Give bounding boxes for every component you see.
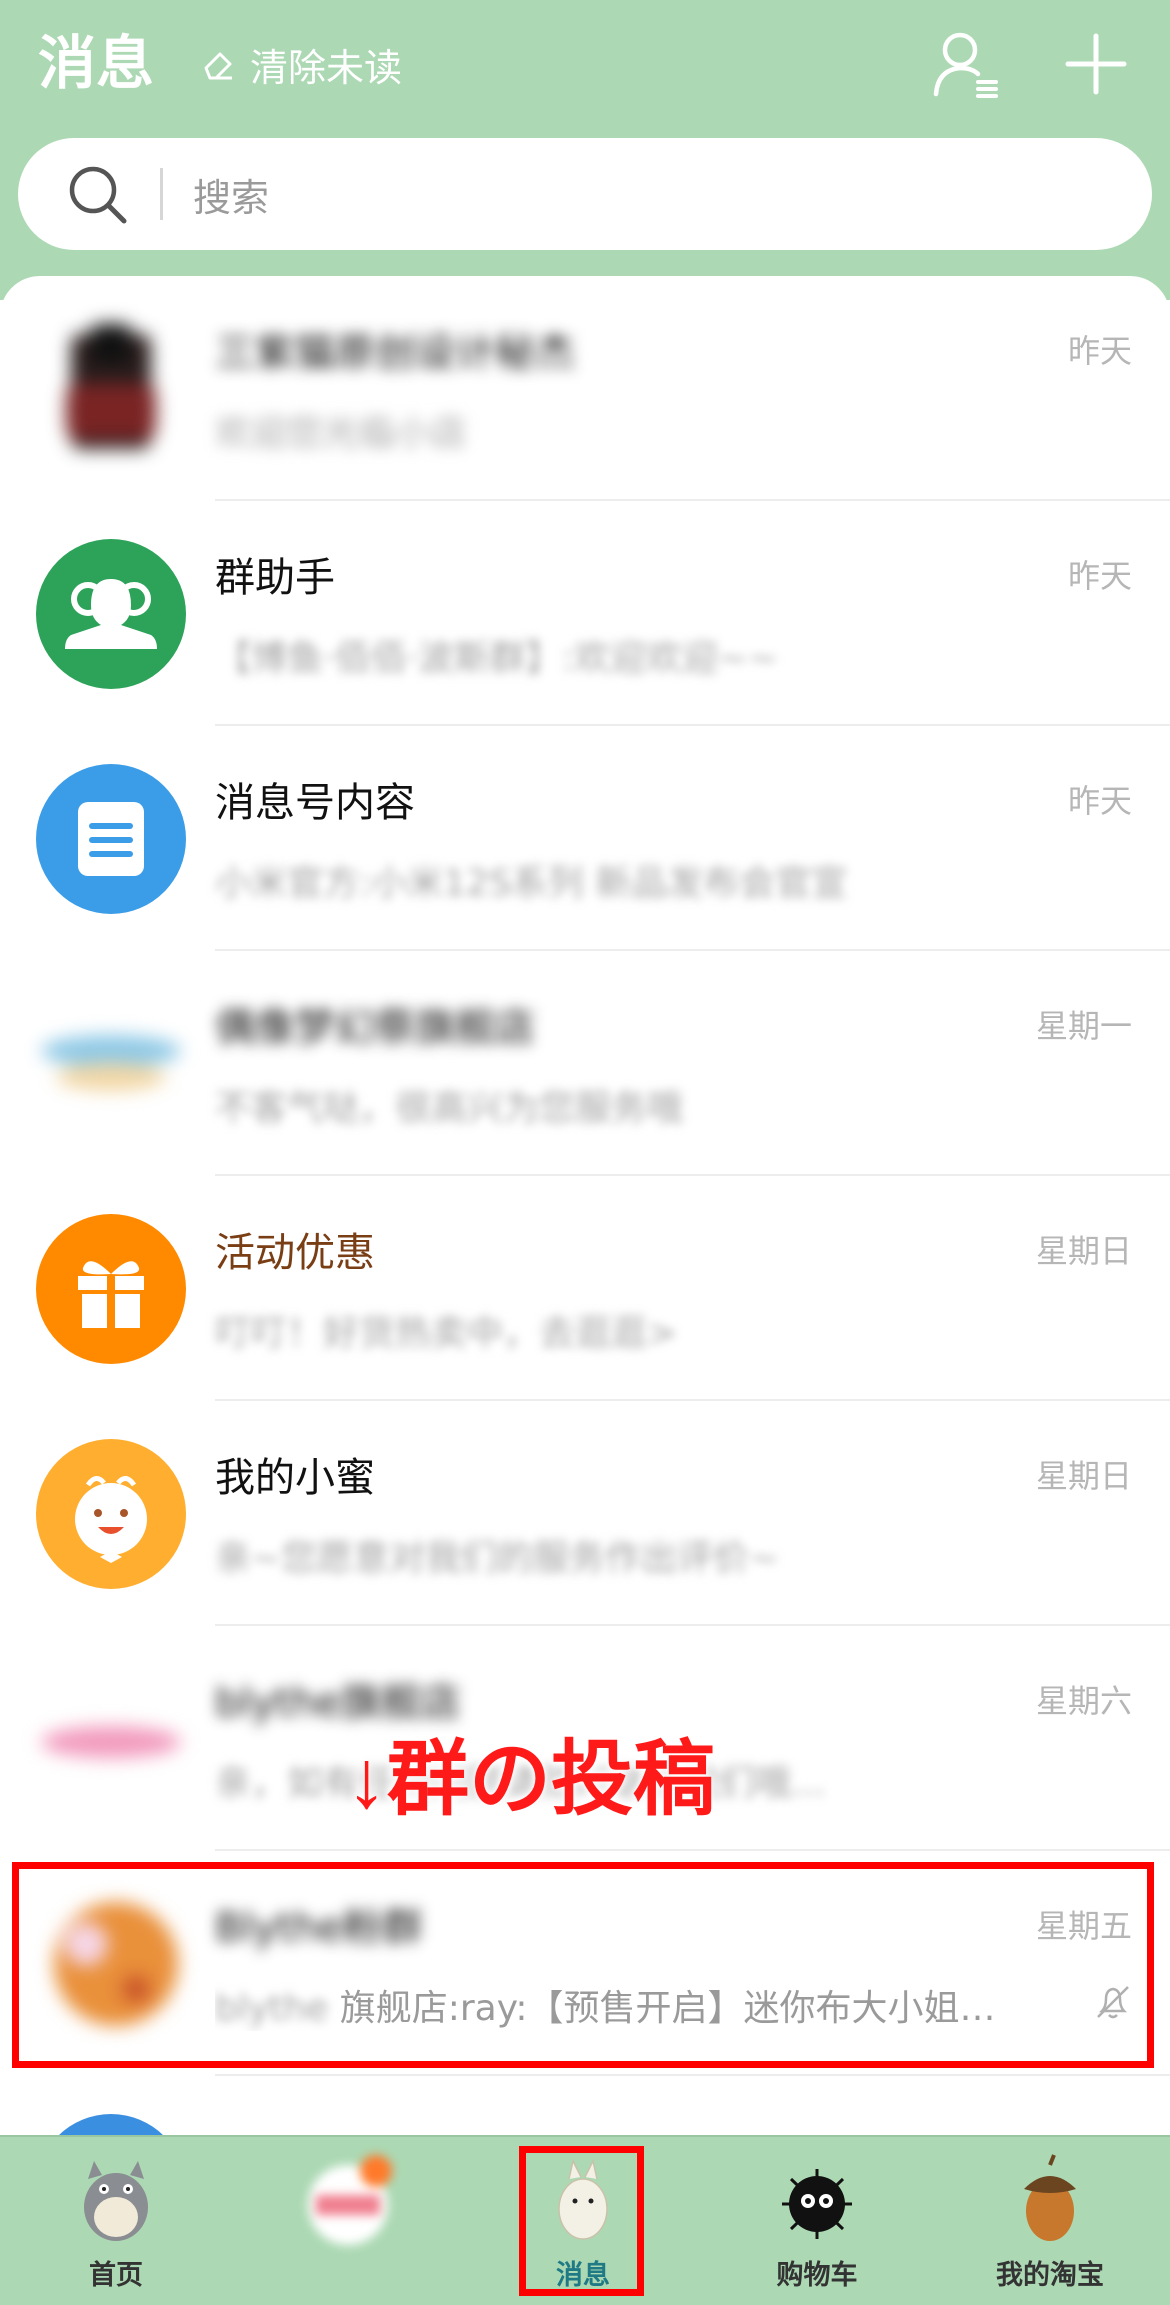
conversation-time: 星期六 bbox=[1035, 1682, 1132, 1720]
shop-avatar-icon bbox=[66, 324, 156, 449]
conversation-item[interactable]: 消息号内容 昨天 小米官方:小米12S系列 新品发布会官宣 bbox=[0, 726, 1170, 951]
promo-icon bbox=[308, 2155, 392, 2245]
search-divider bbox=[160, 168, 163, 220]
conversation-item[interactable]: Blythe粉群 星期五 blythe 旗舰店:ray:【预售开启】迷你布大小姐… bbox=[0, 1851, 1170, 2076]
conversation-item[interactable]: 我的小蜜 星期日 亲~您愿意对我们的服务作出评价~ bbox=[0, 1401, 1170, 1626]
promotions-avatar bbox=[36, 1214, 186, 1364]
tab-my-taobao-label: 我的淘宝 bbox=[996, 2260, 1104, 2291]
search-input[interactable]: 搜索 bbox=[193, 167, 269, 222]
soot-sprite-cart-icon bbox=[782, 2169, 852, 2239]
conversation-preview: 欢迎您光临小店 bbox=[215, 413, 468, 454]
mute-bell-icon bbox=[1097, 1986, 1129, 2019]
shop-avatar bbox=[36, 314, 186, 464]
conversation-preview: 叮叮！好货热卖中，去逛逛> bbox=[215, 1313, 678, 1354]
honey-bee-mascot-icon bbox=[75, 1476, 147, 1563]
shop-avatar-icon bbox=[41, 1035, 181, 1091]
conversation-preview: blythe 旗舰店:ray:【预售开启】迷你布大小姐… bbox=[215, 1979, 1075, 2031]
conversation-time: 星期日 bbox=[1035, 1457, 1132, 1495]
conversation-preview: 【博鱼·佰佰·波斯群】:欢迎欢迎~~ bbox=[215, 638, 779, 679]
tab-my-taobao[interactable]: 我的淘宝 bbox=[960, 2137, 1140, 2305]
clear-unread-label: 清除未读 bbox=[250, 45, 403, 90]
preview-text: 旗舰店:ray:【预售开启】迷你布大小姐… bbox=[339, 1988, 996, 2029]
conversation-time: 昨天 bbox=[1067, 557, 1132, 595]
group-assistant-avatar bbox=[36, 539, 186, 689]
conversation-item[interactable] bbox=[0, 2076, 1170, 2136]
conversation-name: 群助手 bbox=[215, 555, 335, 601]
conversation-name: 活动优惠 bbox=[215, 1230, 375, 1276]
white-spirit-messages-icon bbox=[558, 2158, 608, 2240]
assistant-avatar bbox=[36, 1439, 186, 1589]
conversation-name: Blythe粉群 bbox=[215, 1905, 423, 1951]
tab-messages-label: 消息 bbox=[556, 2260, 610, 2291]
tab-messages[interactable]: 消息 bbox=[493, 2137, 673, 2305]
page-title: 消息 bbox=[38, 29, 155, 97]
search-icon bbox=[69, 166, 127, 224]
conversation-preview: 亲~您愿意对我们的服务作出评价~ bbox=[215, 1538, 780, 1579]
tab-home[interactable]: 首页 bbox=[26, 2137, 206, 2305]
conversation-time: 星期日 bbox=[1035, 1232, 1132, 1270]
conversation-item[interactable]: 活动优惠 星期日 叮叮！好货热卖中，去逛逛> bbox=[0, 1176, 1170, 1401]
shop-avatar-icon bbox=[41, 1726, 181, 1758]
bottom-tab-bar: 首页 消息 购物车 我的淘宝 bbox=[0, 2135, 1170, 2305]
conversation-name: 消息号内容 bbox=[215, 780, 415, 826]
conversation-time: 星期五 bbox=[1035, 1907, 1132, 1945]
conversation-time: 星期一 bbox=[1035, 1007, 1132, 1045]
contacts-list-icon[interactable] bbox=[928, 26, 1004, 102]
preview-sender-blurred: blythe bbox=[215, 1988, 329, 2029]
plus-icon[interactable] bbox=[1058, 26, 1134, 102]
tab-promo[interactable] bbox=[258, 2137, 438, 2305]
conversation-name: 我的小蜜 bbox=[215, 1455, 375, 1501]
conversation-item[interactable]: 群助手 昨天 【博鱼·佰佰·波斯群】:欢迎欢迎~~ bbox=[0, 501, 1170, 726]
conversation-item[interactable]: 偶像梦幻祭旗舰店 星期一 不客气哒，很高兴为您服务哦 bbox=[0, 951, 1170, 1176]
totoro-home-icon bbox=[84, 2161, 148, 2241]
conversation-item[interactable]: 三紫猫原创设计秘杰 昨天 欢迎您光临小店 bbox=[0, 276, 1170, 501]
group-avatar-icon bbox=[54, 1902, 178, 2026]
tab-home-label: 首页 bbox=[89, 2260, 143, 2291]
header-bar: 消息 清除未读 搜索 bbox=[0, 0, 1170, 300]
shop-avatar bbox=[36, 989, 186, 1139]
group-avatar bbox=[36, 1889, 186, 2039]
message-document-icon bbox=[78, 802, 144, 876]
shop-avatar bbox=[36, 1664, 186, 1814]
clear-unread-button[interactable]: 清除未读 bbox=[198, 34, 402, 94]
partial-avatar bbox=[36, 2114, 186, 2136]
conversation-name: 三紫猫原创设计秘杰 bbox=[215, 330, 575, 376]
search-bar[interactable]: 搜索 bbox=[18, 138, 1152, 250]
conversation-preview: 不客气哒，很高兴为您服务哦 bbox=[215, 1088, 684, 1129]
acorn-profile-icon bbox=[1024, 2154, 1076, 2241]
annotation-label: ↓群の投稿 bbox=[346, 1734, 716, 1825]
subscription-avatar bbox=[36, 764, 186, 914]
conversation-time: 昨天 bbox=[1067, 782, 1132, 820]
eraser-icon bbox=[204, 52, 232, 80]
tab-cart[interactable]: 购物车 bbox=[727, 2137, 907, 2305]
conversation-preview: 小米官方:小米12S系列 新品发布会官宣 bbox=[215, 863, 848, 904]
conversation-list: 三紫猫原创设计秘杰 昨天 欢迎您光临小店 群助手 昨天 【博鱼·佰佰·波斯群】:… bbox=[0, 276, 1170, 2136]
group-people-icon bbox=[65, 579, 157, 649]
conversation-name: 偶像梦幻祭旗舰店 bbox=[215, 1005, 535, 1051]
conversation-time: 昨天 bbox=[1067, 332, 1132, 370]
tab-cart-label: 购物车 bbox=[776, 2260, 858, 2291]
gift-icon bbox=[78, 1261, 144, 1328]
